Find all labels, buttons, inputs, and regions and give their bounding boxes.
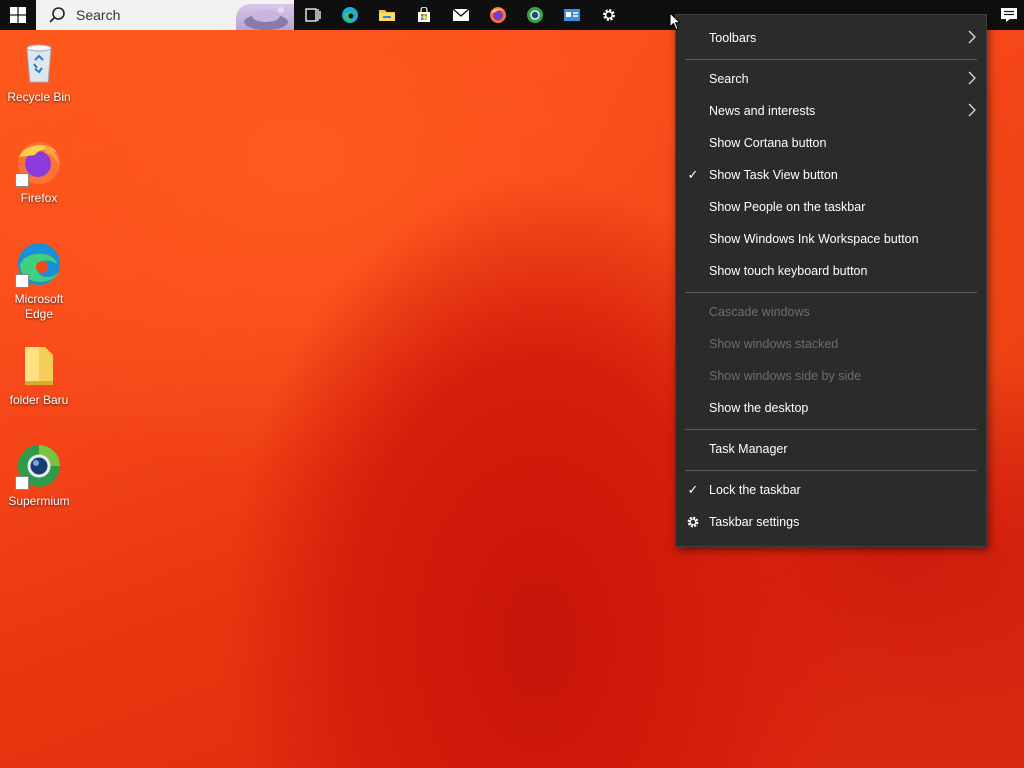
task-view-icon [304,8,321,22]
chevron-right-icon [968,71,976,85]
menu-item-taskbar-settings[interactable]: Taskbar settings [676,506,986,538]
windows-logo-icon [10,7,26,23]
action-center-icon [1001,8,1017,22]
desktop-icon-microsoft-edge[interactable]: Microsoft Edge [2,240,76,322]
menu-item-show-task-view-button[interactable]: ✓ Show Task View button [676,159,986,191]
settings-taskbar-button[interactable] [590,0,627,30]
menu-separator [685,59,977,60]
mail-button[interactable] [442,0,479,30]
checkmark-icon: ✓ [687,482,699,497]
search-highlight-icon [244,7,288,30]
desktop-icon-label: folder Baru [9,393,69,407]
desktop-icon-recycle-bin[interactable]: Recycle Bin [2,38,76,105]
search-placeholder: Search [76,7,121,23]
file-explorer-button[interactable] [368,0,405,30]
checkmark-icon: ✓ [687,167,699,182]
desktop-icon-supermium[interactable]: Supermium [2,442,76,509]
menu-item-news-and-interests[interactable]: News and interests [676,95,986,127]
supermium-icon [526,7,543,23]
menu-item-show-cortana-button[interactable]: Show Cortana button [676,127,986,159]
app-window-icon [563,9,580,21]
shortcut-arrow-icon [15,476,29,490]
microsoft-store-button[interactable] [405,0,442,30]
menu-separator [685,292,977,293]
store-bag-icon [417,7,430,22]
gear-icon [602,9,615,21]
notifications-button[interactable] [994,0,1024,30]
desktop-icon-label: Supermium [8,494,70,508]
menu-item-show-people[interactable]: Show People on the taskbar [676,191,986,223]
firefox-taskbar-button[interactable] [479,0,516,30]
firefox-icon [489,7,506,23]
gear-icon [687,516,699,528]
edge-taskbar-button[interactable] [331,0,368,30]
menu-item-show-ink-workspace[interactable]: Show Windows Ink Workspace button [676,223,986,255]
menu-item-task-manager[interactable]: Task Manager [676,433,986,465]
menu-item-show-windows-side-by-side: Show windows side by side [709,369,862,383]
menu-item-toolbars[interactable]: Toolbars [676,22,986,54]
desktop-icon-firefox[interactable]: Firefox [2,139,76,206]
desktop-icon-label: Recycle Bin [7,90,71,104]
menu-item-search[interactable]: Search [676,63,986,95]
system-tray [994,0,1024,30]
shortcut-arrow-icon [15,274,29,288]
desktop-icon-label: Firefox [20,191,58,205]
menu-separator [685,429,977,430]
menu-item-show-the-desktop[interactable]: Show the desktop [676,392,986,424]
desktop-icon-label: Microsoft Edge [14,292,64,321]
mail-icon [452,8,469,21]
desktop-icon-folder-baru[interactable]: folder Baru [2,341,76,408]
search-icon [49,7,65,23]
folder-icon [378,10,395,21]
supermium-taskbar-button[interactable] [516,0,553,30]
chevron-right-icon [968,30,976,44]
menu-separator [685,470,977,471]
menu-item-show-windows-stacked: Show windows stacked [709,337,839,351]
app-taskbar-button[interactable] [553,0,590,30]
edge-icon [341,7,358,23]
shortcut-arrow-icon [15,173,29,187]
taskbar-context-menu: Toolbars Search News and interests Show … [675,14,987,547]
chevron-right-icon [968,103,976,117]
start-button[interactable] [0,0,36,30]
search-highlight-art [236,4,294,30]
menu-item-cascade-windows: Cascade windows [709,305,810,319]
taskbar-search-box[interactable]: Search [36,0,294,30]
menu-item-show-touch-keyboard[interactable]: Show touch keyboard button [676,255,986,287]
menu-item-lock-the-taskbar[interactable]: ✓ Lock the taskbar [676,474,986,506]
mouse-cursor-icon [669,12,681,31]
recycle-bin-icon [26,44,52,83]
task-view-button[interactable] [294,0,331,30]
folder-icon [25,347,53,385]
